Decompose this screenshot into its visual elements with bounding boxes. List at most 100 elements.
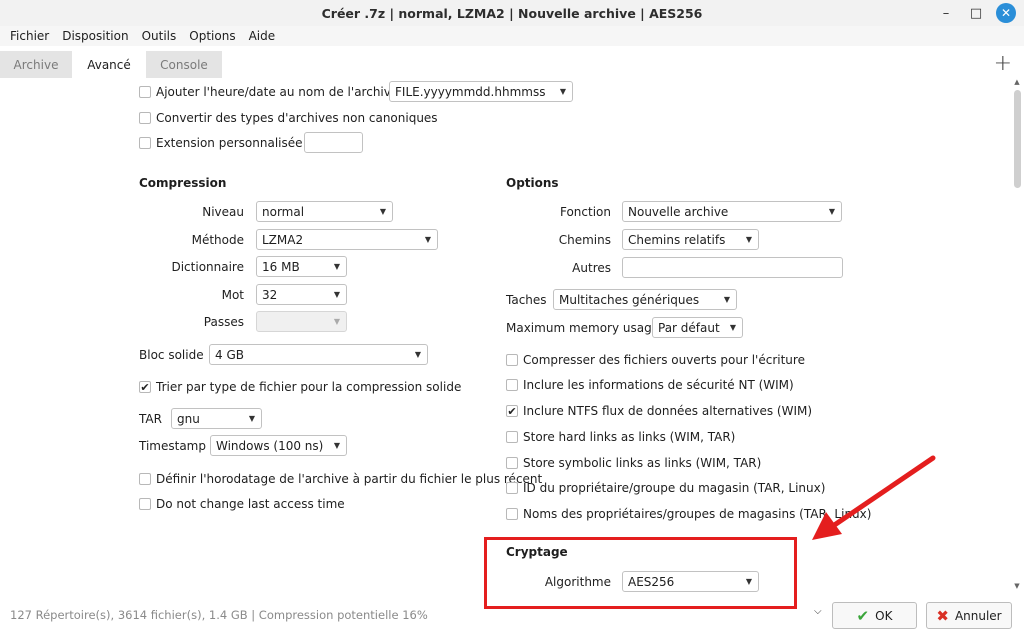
highlight-box [484, 537, 797, 609]
open-files-checkbox[interactable] [506, 354, 518, 366]
window-controls: – □ ✕ [936, 3, 1016, 23]
bloc-label: Bloc solide [139, 348, 204, 362]
menu-bar: Fichier Disposition Outils Options Aide [0, 26, 1024, 46]
scroll-down-icon[interactable]: ▼ [1012, 582, 1022, 592]
timestamp-checkbox[interactable] [139, 86, 151, 98]
chevron-down-icon: ▼ [379, 207, 387, 216]
vertical-scrollbar[interactable]: ▲ ▼ [1012, 78, 1022, 598]
menu-outils[interactable]: Outils [142, 29, 177, 43]
status-text: 127 Répertoire(s), 3614 fichier(s), 1.4 … [10, 608, 428, 622]
symbolic-links-checkbox[interactable] [506, 457, 518, 469]
no-access-label: Do not change last access time [156, 497, 345, 511]
maximize-icon[interactable]: □ [966, 3, 986, 23]
ok-button-label: OK [875, 608, 893, 623]
timestamp-precision-select[interactable]: Windows (100 ns) ▼ [210, 435, 347, 456]
niveau-select[interactable]: normal ▼ [256, 201, 393, 222]
open-files-label: Compresser des fichiers ouverts pour l'é… [523, 353, 805, 367]
chevron-down-icon: ▼ [723, 295, 731, 304]
minimize-icon[interactable]: – [936, 3, 956, 23]
dict-select[interactable]: 16 MB ▼ [256, 256, 347, 277]
menu-aide[interactable]: Aide [249, 29, 276, 43]
chemins-label: Chemins [558, 233, 611, 247]
tar-label: TAR [139, 412, 162, 426]
ok-button[interactable]: ✔ OK [832, 602, 917, 629]
fonction-select[interactable]: Nouvelle archive ▼ [622, 201, 842, 222]
custom-ext-input[interactable] [304, 132, 363, 153]
sort-checkbox[interactable]: ✔ [139, 381, 151, 393]
cancel-button-label: Annuler [954, 608, 1002, 623]
set-time-label: Définir l'horodatage de l'archive à part… [156, 472, 543, 486]
tab-bar: Archive Avancé Console + [0, 50, 1024, 78]
owner-id-checkbox[interactable] [506, 482, 518, 494]
chevron-down-icon: ▼ [559, 87, 567, 96]
autres-input[interactable] [622, 257, 843, 278]
chevron-down-icon: ▼ [333, 290, 341, 299]
sort-label: Trier par type de fichier pour la compre… [156, 380, 462, 394]
set-time-checkbox[interactable] [139, 473, 151, 485]
chemins-select[interactable]: Chemins relatifs ▼ [622, 229, 759, 250]
memory-label: Maximum memory usage [506, 321, 660, 335]
checkmark-icon: ✔ [507, 404, 517, 418]
tar-select[interactable]: gnu ▼ [171, 408, 262, 429]
tab-archive[interactable]: Archive [0, 51, 72, 78]
tab-avance[interactable]: Avancé [72, 51, 146, 78]
add-tab-icon[interactable]: + [994, 51, 1012, 76]
menu-disposition[interactable]: Disposition [62, 29, 128, 43]
fonction-label: Fonction [559, 205, 611, 219]
checkmark-icon: ✔ [140, 380, 150, 394]
chevron-down-icon: ▼ [745, 235, 753, 244]
hard-links-label: Store hard links as links (WIM, TAR) [523, 430, 736, 444]
options-header: Options [506, 176, 559, 190]
no-access-checkbox[interactable] [139, 498, 151, 510]
symbolic-links-label: Store symbolic links as links (WIM, TAR) [523, 456, 762, 470]
tab-console[interactable]: Console [146, 51, 222, 78]
custom-ext-checkbox[interactable] [139, 137, 151, 149]
passes-label: Passes [203, 315, 244, 329]
chevron-down-icon: ▼ [248, 414, 256, 423]
menu-options[interactable]: Options [189, 29, 235, 43]
convert-checkbox[interactable] [139, 112, 151, 124]
chevron-down-icon: ▼ [729, 323, 737, 332]
title-bar: Créer .7z | normal, LZMA2 | Nouvelle arc… [0, 0, 1024, 26]
mot-select[interactable]: 32 ▼ [256, 284, 347, 305]
check-icon: ✔ [856, 606, 870, 625]
taches-select[interactable]: Multitaches génériques ▼ [553, 289, 737, 310]
ntfs-streams-checkbox[interactable]: ✔ [506, 405, 518, 417]
nt-security-checkbox[interactable] [506, 379, 518, 391]
scroll-up-icon[interactable]: ▲ [1012, 78, 1022, 88]
owner-names-checkbox[interactable] [506, 508, 518, 520]
cancel-button[interactable]: ✖ Annuler [926, 602, 1012, 629]
niveau-label: Niveau [202, 205, 244, 219]
window-title: Créer .7z | normal, LZMA2 | Nouvelle arc… [321, 5, 703, 21]
hard-links-checkbox[interactable] [506, 431, 518, 443]
chevron-down-icon: ▼ [333, 262, 341, 271]
chevron-down-icon[interactable]: ⌵ [814, 606, 822, 617]
timestamp-format-select[interactable]: FILE.yyyymmdd.hhmmss ▼ [389, 81, 573, 102]
timestamp-label: Ajouter l'heure/date au nom de l'archive [156, 85, 399, 99]
chevron-down-icon: ▼ [424, 235, 432, 244]
convert-label: Convertir des types d'archives non canon… [156, 111, 438, 125]
methode-label: Méthode [191, 233, 244, 247]
chevron-down-icon: ▼ [333, 317, 341, 326]
annotation-arrow-icon [812, 455, 936, 540]
close-icon[interactable]: ✕ [996, 3, 1016, 23]
custom-ext-label: Extension personnalisée [156, 136, 303, 150]
timestamp-precision-label: Timestamp [139, 439, 206, 453]
methode-select[interactable]: LZMA2 ▼ [256, 229, 438, 250]
autres-label: Autres [572, 261, 611, 275]
mot-label: Mot [221, 288, 244, 302]
menu-fichier[interactable]: Fichier [10, 29, 49, 43]
close-x-icon: ✖ [936, 606, 949, 625]
scroll-thumb[interactable] [1014, 90, 1021, 188]
bloc-select[interactable]: 4 GB ▼ [209, 344, 428, 365]
chevron-down-icon: ▼ [414, 350, 422, 359]
memory-select[interactable]: Par défaut ▼ [652, 317, 743, 338]
owner-id-label: ID du propriétaire/groupe du magasin (TA… [523, 481, 826, 495]
nt-security-label: Inclure les informations de sécurité NT … [523, 378, 794, 392]
chevron-down-icon: ▼ [333, 441, 341, 450]
ntfs-streams-label: Inclure NTFS flux de données alternative… [523, 404, 813, 418]
compression-header: Compression [139, 176, 227, 190]
passes-select: ▼ [256, 311, 347, 332]
taches-label: Taches [506, 293, 547, 307]
chevron-down-icon: ▼ [828, 207, 836, 216]
